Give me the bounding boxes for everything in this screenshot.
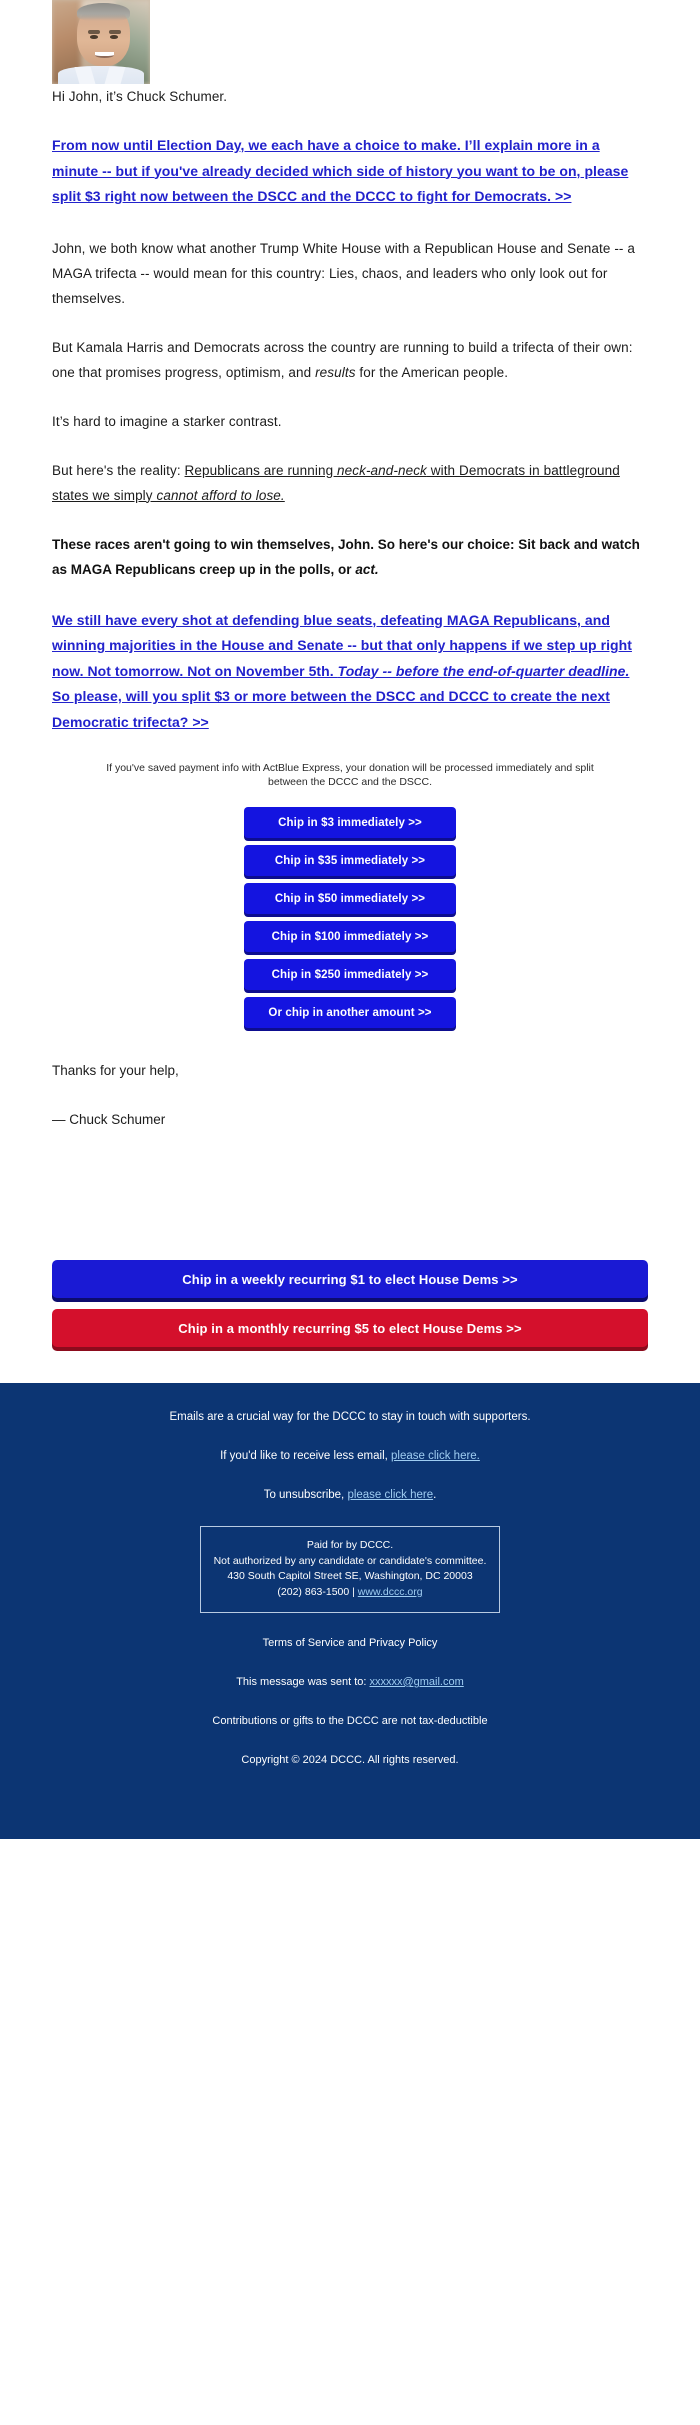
- unsubscribe-link[interactable]: please click here: [347, 1489, 433, 1501]
- portrait-smile: [95, 52, 114, 58]
- paragraph-our-choice: These races aren't going to win themselv…: [52, 532, 648, 582]
- footer-emails-note: Emails are a crucial way for the DCCC to…: [169, 1411, 531, 1423]
- unsubscribe-text: To unsubscribe,: [263, 1489, 348, 1501]
- recurring-monthly-button[interactable]: Chip in a monthly recurring $5 to elect …: [52, 1309, 648, 1347]
- portrait-brow-right: [108, 30, 121, 34]
- footer-less-email-line: If you'd like to receive less email, ple…: [40, 1448, 660, 1465]
- donation-amount-buttons: Chip in $3 immediately >> Chip in $35 im…: [0, 807, 700, 1028]
- email-copy: Hi John, it’s Chuck Schumer. From now un…: [0, 84, 700, 735]
- paid-for-by-disclaimer-box: Paid for by DCCC. Not authorized by any …: [200, 1526, 500, 1613]
- footer-unsubscribe-line: To unsubscribe, please click here.: [40, 1487, 660, 1504]
- unsubscribe-period: .: [433, 1489, 437, 1501]
- para2-post: for the American people.: [355, 364, 509, 380]
- greeting-text: Hi John, it’s Chuck Schumer.: [52, 89, 228, 104]
- email-footer: Emails are a crucial way for the DCCC to…: [0, 1383, 700, 1839]
- paragraph-harris-trifecta: But Kamala Harris and Democrats across t…: [52, 335, 648, 385]
- portrait-shirt: [57, 65, 145, 84]
- donate-button-other-amount[interactable]: Or chip in another amount >>: [244, 997, 456, 1028]
- vertical-spacer: [0, 1156, 700, 1260]
- donate-button-100[interactable]: Chip in $100 immediately >>: [244, 921, 456, 952]
- signoff-name: — Chuck Schumer: [52, 1112, 166, 1127]
- portrait-block: [0, 0, 700, 84]
- para4-u1-text: Republicans are running: [184, 462, 338, 478]
- donate-button-3[interactable]: Chip in $3 immediately >>: [244, 807, 456, 838]
- footer-terms-link[interactable]: Terms of Service and Privacy Policy: [40, 1635, 660, 1652]
- signoff-thanks: Thanks for your help,: [52, 1063, 179, 1078]
- cta-italic: Today -- before the end-of-quarter deadl…: [337, 662, 630, 679]
- footer-copyright: Copyright © 2024 DCCC. All rights reserv…: [241, 1754, 459, 1766]
- para4-u2-italic: cannot afford to lose.: [156, 487, 285, 503]
- signoff-block: Thanks for your help, — Chuck Schumer: [0, 1058, 700, 1132]
- paragraph-trump-trifecta: John, we both know what another Trump Wh…: [52, 240, 635, 306]
- recurring-weekly-button[interactable]: Chip in a weekly recurring $1 to elect H…: [52, 1260, 648, 1298]
- disclaimer-contact: (202) 863-1500 | www.dccc.org: [211, 1585, 489, 1601]
- recurring-donation-buttons: Chip in a weekly recurring $1 to elect H…: [0, 1260, 700, 1347]
- disclaimer-address: 430 South Capitol Street SE, Washington,…: [227, 1570, 473, 1582]
- portrait-hair: [77, 2, 131, 21]
- disclaimer-paid-for: Paid for by DCCC.: [306, 1539, 394, 1551]
- para4-u1-italic: neck-and-neck: [337, 462, 427, 478]
- para5-pre: These races aren't going to win themselv…: [52, 536, 640, 577]
- para4-pre: But here's the reality:: [52, 462, 185, 478]
- disclaimer-not-authorized: Not authorized by any candidate or candi…: [213, 1554, 487, 1567]
- sender-portrait-photo: [52, 0, 150, 84]
- cta-part-2: So please, will you split $3 or more bet…: [52, 688, 610, 730]
- portrait-eye-right: [109, 35, 118, 40]
- donate-button-35[interactable]: Chip in $35 immediately >>: [244, 845, 456, 876]
- para2-italic: results: [315, 364, 356, 380]
- disclaimer-phone: (202) 863-1500 |: [277, 1585, 358, 1598]
- donate-button-250[interactable]: Chip in $250 immediately >>: [244, 959, 456, 990]
- donate-button-50[interactable]: Chip in $50 immediately >>: [244, 883, 456, 914]
- main-cta-donate-link[interactable]: We still have every shot at defending bl…: [52, 608, 648, 736]
- dccc-website-link[interactable]: www.dccc.org: [358, 1586, 423, 1598]
- portrait-brow-left: [88, 30, 100, 34]
- email-body: Hi John, it’s Chuck Schumer. From now un…: [0, 0, 700, 1839]
- less-email-link[interactable]: please click here.: [391, 1450, 480, 1462]
- sent-to-text: This message was sent to:: [236, 1676, 370, 1688]
- footer-tax-note: Contributions or gifts to the DCCC are n…: [212, 1715, 488, 1727]
- recipient-email-link[interactable]: xxxxxx@gmail.com: [369, 1676, 463, 1688]
- footer-sent-to-line: This message was sent to: xxxxxx@gmail.c…: [40, 1674, 660, 1691]
- less-email-text: If you'd like to receive less email,: [220, 1450, 392, 1462]
- actblue-express-note: If you've saved payment info with ActBlu…: [106, 762, 594, 788]
- lead-donate-link[interactable]: From now until Election Day, we each hav…: [52, 133, 648, 210]
- para5-italic: act.: [355, 561, 379, 577]
- paragraph-reality: But here's the reality: Republicans are …: [52, 458, 648, 508]
- paragraph-starker-contrast: It’s hard to imagine a starker contrast.: [52, 413, 282, 429]
